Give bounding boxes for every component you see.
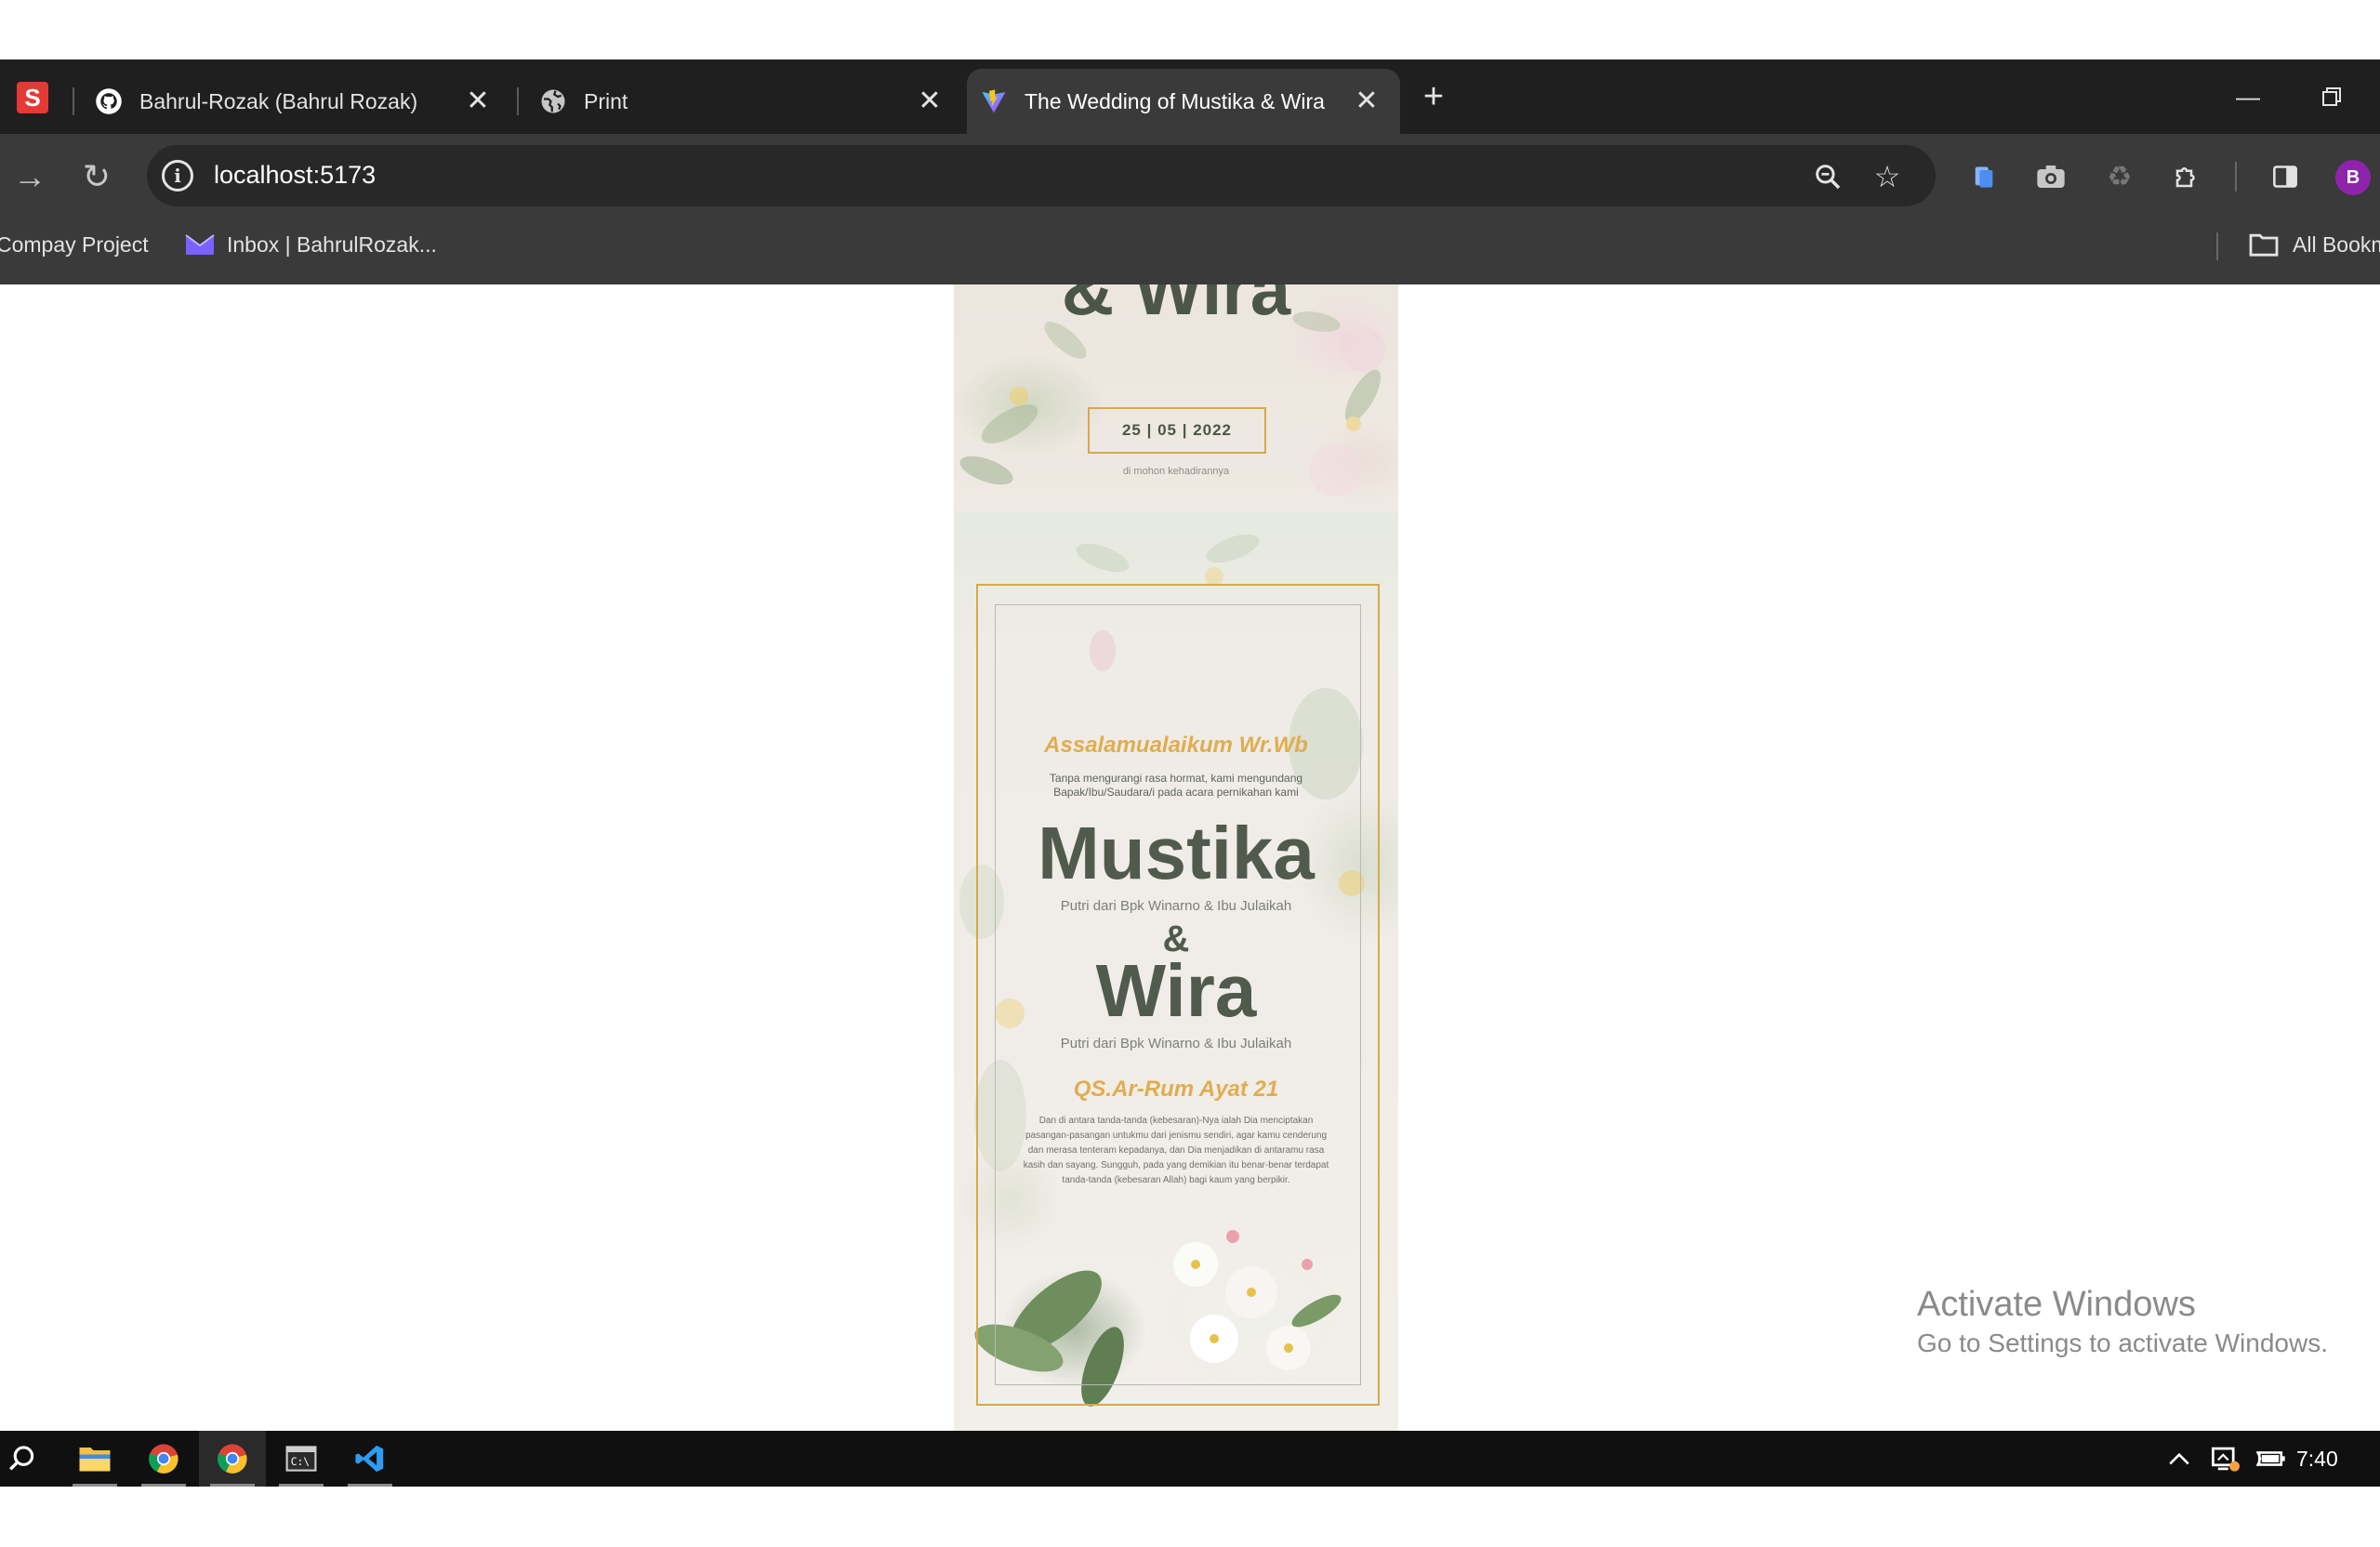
- new-tab-button[interactable]: +: [1415, 77, 1452, 116]
- battery-icon[interactable]: [2250, 1431, 2291, 1487]
- address-text[interactable]: localhost:5173: [214, 161, 376, 190]
- bookmarks-separator: [2216, 232, 2218, 260]
- vite-icon: [980, 87, 1008, 115]
- verse-title: QS.Ar-Rum Ayat 21: [1073, 1077, 1279, 1102]
- activate-windows-watermark: Activate Windows Go to Settings to activ…: [1917, 1285, 2328, 1358]
- extensions-puzzle-icon[interactable]: [2168, 158, 2205, 195]
- reload-icon[interactable]: ↻: [74, 154, 119, 199]
- bookmark-star-icon[interactable]: ☆: [1871, 160, 1904, 193]
- toolbar-separator: [2235, 162, 2237, 192]
- github-icon: [95, 87, 123, 115]
- vscode-icon[interactable]: [337, 1431, 403, 1487]
- wedding-date: 25 | 05 | 2022: [1088, 407, 1266, 454]
- svg-text:C:\: C:\: [291, 1456, 310, 1468]
- bookmark-item[interactable]: Inbox | BahrulRozak...: [184, 219, 437, 270]
- bookmarks-bar: Compay Project Inbox | BahrulRozak... Al…: [0, 219, 2380, 284]
- groom-parents: Putri dari Bpk Winarno & Ibu Julaikah: [1060, 1036, 1292, 1051]
- groom-name: Wira: [1095, 949, 1257, 1032]
- chrome-icon[interactable]: [130, 1431, 197, 1487]
- tab-separator: [517, 87, 519, 115]
- close-icon[interactable]: ✕: [913, 84, 946, 117]
- mail-icon: [184, 232, 216, 257]
- camera-icon[interactable]: [2032, 158, 2069, 195]
- search-icon[interactable]: [0, 1431, 56, 1487]
- tab-github[interactable]: Bahrul-Rozak (Bahrul Rozak) ✕: [82, 69, 511, 134]
- file-explorer-icon[interactable]: [61, 1431, 128, 1487]
- tab-wedding[interactable]: The Wedding of Mustika & Wira ✕: [967, 69, 1400, 134]
- extension-clipboard-icon[interactable]: [1965, 158, 2003, 195]
- close-icon[interactable]: ✕: [1350, 84, 1383, 117]
- tab-title: Bahrul-Rozak (Bahrul Rozak): [139, 88, 418, 113]
- tab-strip: S Bahrul-Rozak (Bahrul Rozak) ✕ Print ✕ …: [0, 60, 2380, 134]
- restore-icon[interactable]: [2313, 78, 2350, 115]
- page-viewport: & Wira 25 | 05 | 2022 di mohon kehadiran…: [0, 284, 2380, 1431]
- browser-toolbar: → ↻ i localhost:5173 ☆: [0, 134, 2380, 219]
- watermark-title: Activate Windows: [1917, 1285, 2196, 1324]
- tab-separator: [73, 87, 74, 115]
- pinned-tab[interactable]: S: [17, 82, 48, 113]
- bookmark-item[interactable]: Compay Project: [0, 219, 149, 270]
- chrome-icon[interactable]: [199, 1431, 266, 1487]
- zoom-icon[interactable]: [1811, 160, 1844, 193]
- bookmark-label: Compay Project: [0, 231, 149, 257]
- bookmark-label: Inbox | BahrulRozak...: [227, 231, 437, 257]
- invitation-intro: Tanpa mengurangi rasa hormat, kami mengu…: [1049, 772, 1303, 799]
- tab-title: Print: [584, 88, 628, 113]
- greeting: Assalamualaikum Wr.Wb: [1044, 733, 1308, 758]
- all-bookmarks-label: All Bookmarks: [2293, 231, 2380, 257]
- screen-top-margin: [0, 0, 2380, 60]
- watermark-subtitle: Go to Settings to activate Windows.: [1917, 1329, 2328, 1357]
- bride-parents: Putri dari Bpk Winarno & Ibu Julaikah: [1060, 898, 1292, 914]
- hero-subtitle: di mohon kehadirannya: [1122, 466, 1230, 477]
- wedding-invitation: & Wira 25 | 05 | 2022 di mohon kehadiran…: [954, 284, 1398, 1431]
- screen-bottom-margin: [0, 1487, 2380, 1547]
- taskbar: C:\: [0, 1431, 2380, 1487]
- all-bookmarks-button[interactable]: All Bookmarks: [2248, 219, 2380, 270]
- globe-icon: [539, 87, 567, 115]
- minimize-icon[interactable]: —: [2229, 78, 2267, 115]
- verse-text: Dan di antara tanda-tanda (kebesaran)-Ny…: [1023, 1116, 1329, 1185]
- address-bar[interactable]: i localhost:5173 ☆: [147, 145, 1936, 206]
- bride-name: Mustika: [1038, 812, 1315, 894]
- chevron-up-icon[interactable]: [2161, 1431, 2198, 1487]
- site-info-icon[interactable]: i: [162, 160, 193, 192]
- tab-title: The Wedding of Mustika & Wira: [1025, 88, 1325, 113]
- folder-icon: [2248, 231, 2280, 258]
- terminal-icon[interactable]: C:\: [268, 1431, 335, 1487]
- tab-print[interactable]: Print ✕: [526, 69, 963, 134]
- taskbar-clock: 7:40: [2296, 1446, 2338, 1471]
- hero-section: & Wira 25 | 05 | 2022 di mohon kehadiran…: [954, 284, 1398, 511]
- side-panel-icon[interactable]: [2267, 158, 2304, 195]
- hero-couple-name: & Wira: [1061, 284, 1291, 330]
- forward-icon[interactable]: →: [7, 154, 52, 199]
- close-icon[interactable]: ✕: [461, 84, 495, 117]
- recycle-icon[interactable]: ♻: [2101, 158, 2138, 195]
- profile-avatar[interactable]: B: [2335, 160, 2371, 195]
- network-icon[interactable]: [2205, 1431, 2246, 1487]
